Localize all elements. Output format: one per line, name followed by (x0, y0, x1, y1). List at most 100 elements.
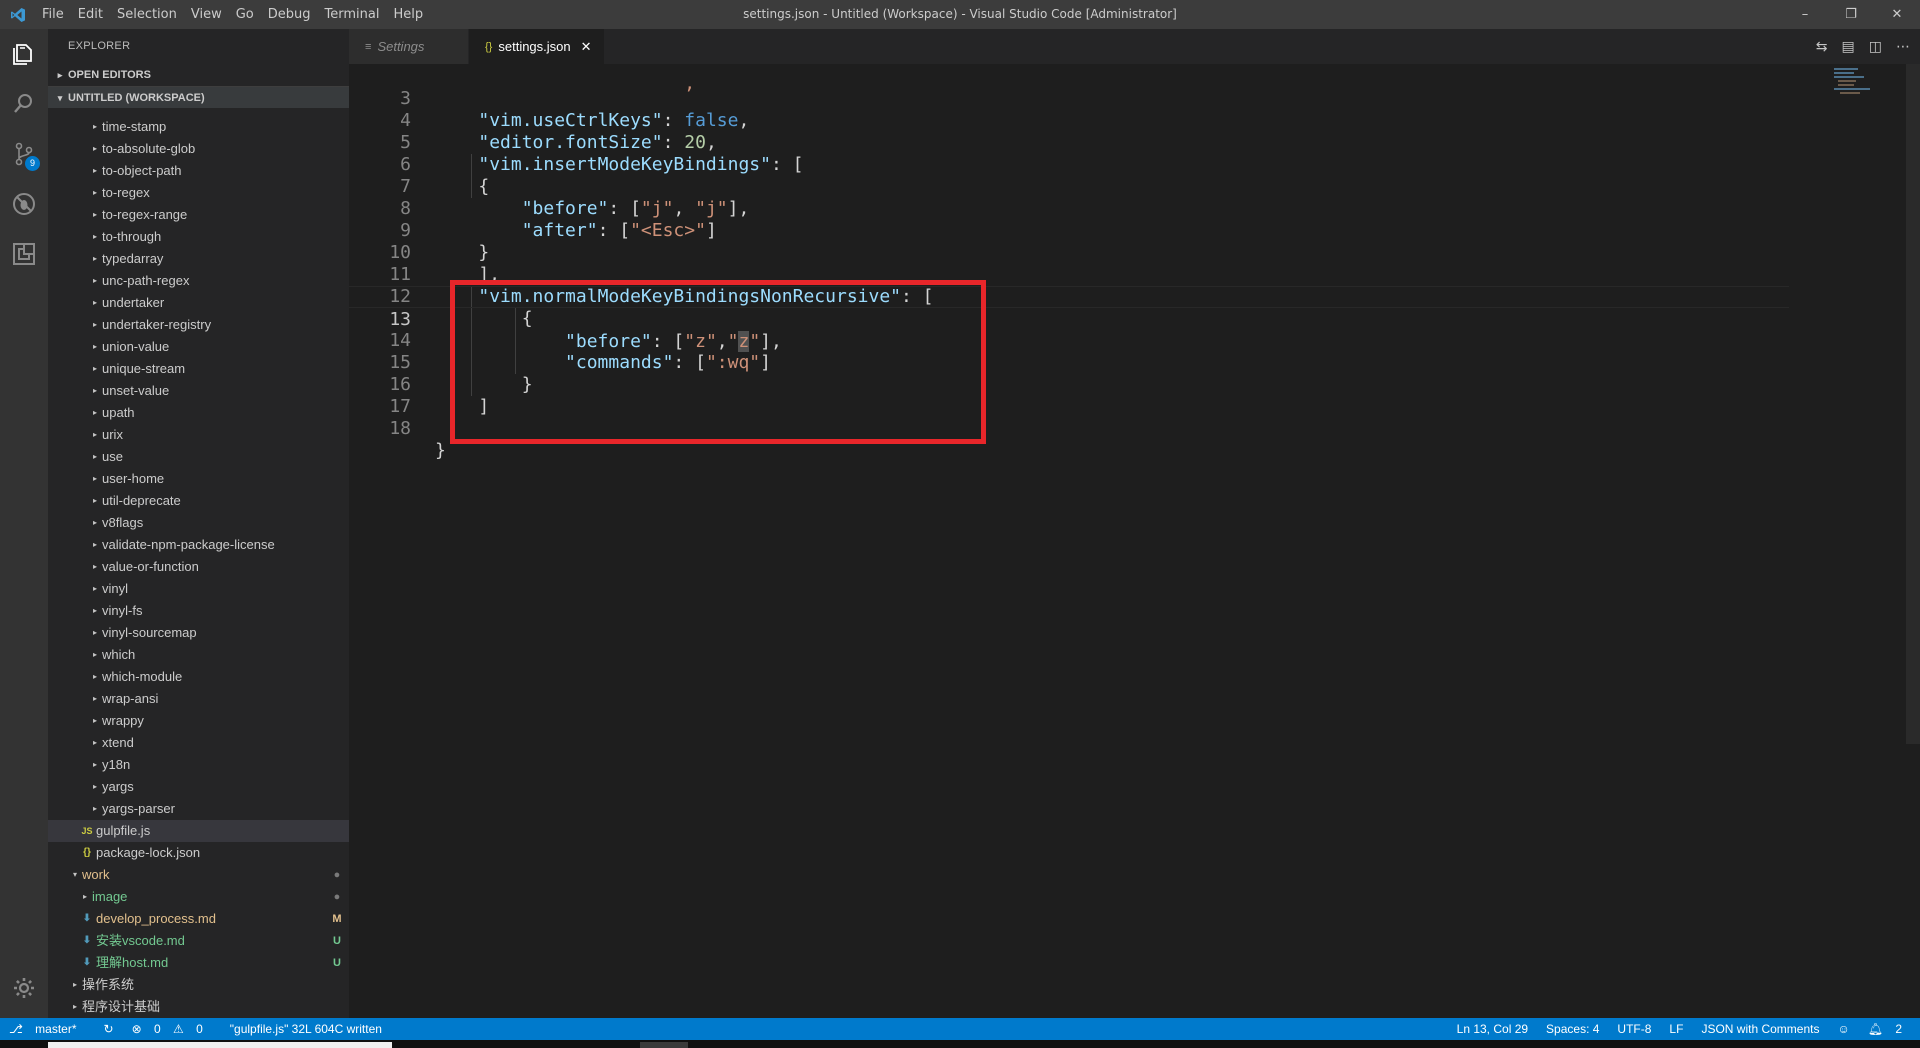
file-host[interactable]: ⬇ 理解host.md U (48, 952, 349, 974)
folder-wrap-ansi[interactable]: ▸ wrap-ansi (48, 688, 349, 710)
folder-to-absolute-glob[interactable]: ▸ to-absolute-glob (48, 138, 349, 160)
folder-to-regex[interactable]: ▸ to-regex (48, 182, 349, 204)
folder-yargs-parser[interactable]: ▸ yargs-parser (48, 798, 349, 820)
taskbar-item[interactable] (48, 1042, 392, 1048)
chevron-right-icon: ▸ (92, 232, 97, 241)
menu-go[interactable]: Go (229, 0, 261, 29)
folder-image[interactable]: ▸ image ● (48, 886, 349, 908)
source-control-icon[interactable]: 9 (0, 129, 48, 179)
code-editor[interactable]: , 3 "vim.useCtrlKeys": false, 4 "editor.… (349, 64, 1920, 1018)
debug-icon[interactable] (0, 179, 48, 229)
chevron-right-icon: ▸ (92, 408, 97, 417)
folder-unique-stream[interactable]: ▸ unique-stream (48, 358, 349, 380)
folder-vinyl[interactable]: ▸ vinyl (48, 578, 349, 600)
editor-scrollbar[interactable] (1906, 64, 1920, 744)
folder-wrappy[interactable]: ▸ wrappy (48, 710, 349, 732)
folder-time-stamp[interactable]: ▸ time-stamp (48, 116, 349, 138)
notifications-bell[interactable]: 🔔︎ 2 (1859, 1022, 1920, 1036)
folder-unc-path-regex[interactable]: ▸ unc-path-regex (48, 270, 349, 292)
menu-file[interactable]: File (35, 0, 71, 29)
chevron-right-icon: ▸ (82, 892, 87, 901)
folder-util-deprecate[interactable]: ▸ util-deprecate (48, 490, 349, 512)
indentation[interactable]: Spaces: 4 (1537, 1022, 1608, 1036)
folder-vinyl-sourcemap[interactable]: ▸ vinyl-sourcemap (48, 622, 349, 644)
menu-selection[interactable]: Selection (110, 0, 184, 29)
folder-value-or-function[interactable]: ▸ value-or-function (48, 556, 349, 578)
chevron-right-icon: ▸ (92, 738, 97, 747)
more-actions-icon[interactable]: ⋯ (1896, 39, 1910, 55)
error-count: 0 (153, 1022, 161, 1036)
close-window-icon[interactable]: ✕ (1874, 0, 1920, 29)
folder-to-through[interactable]: ▸ to-through (48, 226, 349, 248)
minimap[interactable] (1832, 64, 1892, 104)
explorer-icon[interactable] (0, 29, 48, 79)
feedback-smiley-icon[interactable]: ☺ (1828, 1022, 1858, 1036)
menu-debug[interactable]: Debug (261, 0, 318, 29)
folder-name: user-home (102, 471, 165, 486)
explorer-title: EXPLORER (68, 40, 131, 52)
folder-name: to-regex-range (102, 207, 188, 222)
folder-which[interactable]: ▸ which (48, 644, 349, 666)
git-branch[interactable]: ⎇ master* (0, 1022, 95, 1036)
cursor-position[interactable]: Ln 13, Col 29 (1448, 1022, 1537, 1036)
folder-xtend[interactable]: ▸ xtend (48, 732, 349, 754)
file-name: 理解host.md (96, 955, 169, 970)
menu-edit[interactable]: Edit (71, 0, 110, 29)
javascript-file-icon: JS (81, 826, 93, 836)
search-icon[interactable] (0, 79, 48, 129)
open-changes-icon[interactable]: ⇆ (1816, 39, 1828, 55)
file-develop-process[interactable]: ⬇ develop_process.md M (48, 908, 349, 930)
settings-gear-icon[interactable] (0, 968, 48, 1008)
editor-actions: ⇆ ▤ ◫ ⋯ (1816, 29, 1910, 64)
folder-undertaker-registry[interactable]: ▸ undertaker-registry (48, 314, 349, 336)
chevron-right-icon: ▸ (92, 672, 97, 681)
folder-os[interactable]: ▸ 操作系统 (48, 974, 349, 996)
notification-count: 2 (1895, 1022, 1902, 1036)
folder-unset-value[interactable]: ▸ unset-value (48, 380, 349, 402)
encoding[interactable]: UTF-8 (1608, 1022, 1660, 1036)
folder-vinyl-fs[interactable]: ▸ vinyl-fs (48, 600, 349, 622)
restore-icon[interactable]: ❐ (1828, 0, 1874, 29)
status-message: "gulpfile.js" 32L 604C written (229, 1022, 382, 1036)
language-mode[interactable]: JSON with Comments (1692, 1022, 1828, 1036)
file-gulpfile[interactable]: JS gulpfile.js (48, 820, 349, 842)
chevron-right-icon: ▸ (92, 188, 97, 197)
open-editors-section[interactable]: ▸ OPEN EDITORS (48, 64, 349, 86)
chevron-right-icon: ▸ (92, 562, 97, 571)
file-install-vscode[interactable]: ⬇ 安装vscode.md U (48, 930, 349, 952)
menu-terminal[interactable]: Terminal (318, 0, 387, 29)
folder-user-home[interactable]: ▸ user-home (48, 468, 349, 490)
folder-to-object-path[interactable]: ▸ to-object-path (48, 160, 349, 182)
minimize-icon[interactable]: – (1782, 0, 1828, 29)
file-name: gulpfile.js (96, 823, 151, 838)
folder-work[interactable]: ▾ work ● (48, 864, 349, 886)
split-editor-icon[interactable]: ◫ (1869, 39, 1882, 55)
folder-which-module[interactable]: ▸ which-module (48, 666, 349, 688)
open-preview-icon[interactable]: ▤ (1842, 39, 1855, 55)
folder-v8flags[interactable]: ▸ v8flags (48, 512, 349, 534)
file-package-lock[interactable]: {} package-lock.json (48, 842, 349, 864)
extensions-icon[interactable] (0, 229, 48, 279)
sync-icon[interactable]: ↻ (95, 1022, 123, 1036)
problems-indicator[interactable]: ⊗ 0 ⚠ 0 (123, 1022, 221, 1036)
chevron-right-icon: ▸ (92, 716, 97, 725)
folder-y18n[interactable]: ▸ y18n (48, 754, 349, 776)
end-of-line[interactable]: LF (1660, 1022, 1692, 1036)
markdown-file-icon: ⬇ (82, 935, 92, 946)
menu-view[interactable]: View (184, 0, 229, 29)
workspace-section[interactable]: ▾ UNTITLED (WORKSPACE) (48, 86, 349, 108)
folder-urix[interactable]: ▸ urix (48, 424, 349, 446)
folder-typedarray[interactable]: ▸ typedarray (48, 248, 349, 270)
taskbar-item[interactable] (640, 1042, 688, 1048)
markdown-file-icon: ⬇ (82, 957, 92, 968)
folder-to-regex-range[interactable]: ▸ to-regex-range (48, 204, 349, 226)
folder-upath[interactable]: ▸ upath (48, 402, 349, 424)
folder-validate-npm-package-license[interactable]: ▸ validate-npm-package-license (48, 534, 349, 556)
menu-help[interactable]: Help (386, 0, 430, 29)
folder-union-value[interactable]: ▸ union-value (48, 336, 349, 358)
folder-undertaker[interactable]: ▸ undertaker (48, 292, 349, 314)
folder-programming[interactable]: ▸ 程序设计基础 (48, 996, 349, 1018)
folder-use[interactable]: ▸ use (48, 446, 349, 468)
chevron-right-icon: ▸ (92, 342, 97, 351)
folder-yargs[interactable]: ▸ yargs (48, 776, 349, 798)
